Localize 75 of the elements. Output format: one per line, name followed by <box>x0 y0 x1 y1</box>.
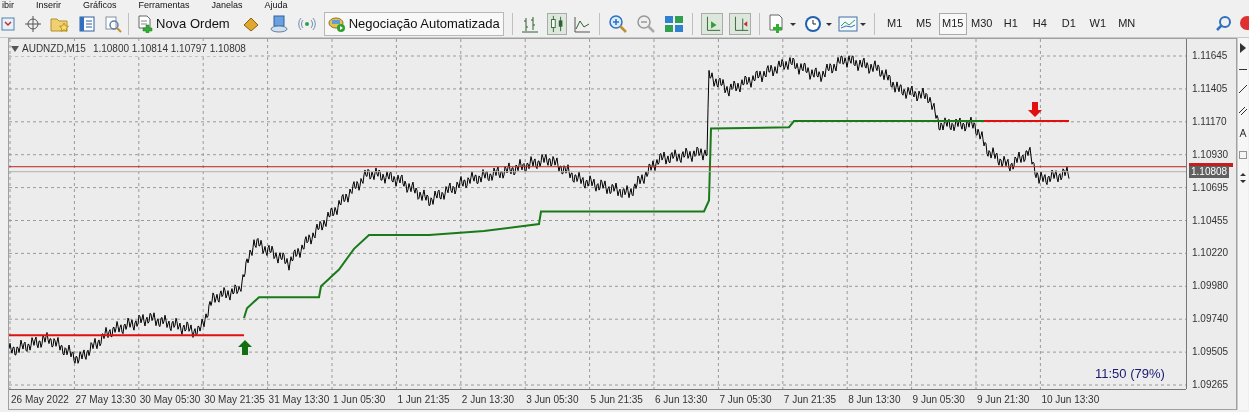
price-label: 1.10695 <box>1192 181 1229 194</box>
cursor-icon[interactable] <box>1239 42 1247 54</box>
zoom-out-icon[interactable] <box>635 13 656 34</box>
menu-item[interactable]: Janelas <box>211 1 243 10</box>
time-label: 6 Jun 13:30 <box>655 394 708 406</box>
time-label: 30 May 21:35 <box>204 394 265 406</box>
sell-arrow-icon <box>1028 101 1042 117</box>
time-label: 27 May 13:30 <box>75 394 136 406</box>
chart-symbol: AUDNZD,M15 <box>22 42 86 56</box>
price-label: 1.11405 <box>1192 82 1228 95</box>
new-document-icon <box>137 14 153 33</box>
menu-item[interactable]: Inserir <box>36 1 62 10</box>
timeframe-tab[interactable]: H4 <box>1025 12 1054 35</box>
candlestick-icon[interactable] <box>546 12 567 35</box>
price-label: 1.09740 <box>1192 313 1229 326</box>
zoom-in-icon[interactable] <box>607 13 628 34</box>
time-label: 30 May 05:30 <box>139 394 201 406</box>
dropdown-icon[interactable] <box>11 45 19 52</box>
time-label: 9 Jun 21:30 <box>977 394 1030 406</box>
price-label: 1.09265 <box>1192 379 1229 391</box>
time-label: 5 Jun 21:35 <box>590 394 643 406</box>
timeframe-tab[interactable]: M1 <box>880 12 909 35</box>
timeframe-tab[interactable]: H1 <box>996 12 1025 35</box>
time-label: 1 Jun 21:35 <box>397 394 450 406</box>
timeframe-tab[interactable]: MN <box>1112 12 1141 35</box>
line-chart-icon[interactable] <box>572 14 591 33</box>
time-label: 2 Jun 13:30 <box>461 394 515 406</box>
price-label: 1.09980 <box>1192 280 1229 293</box>
trend-line-icon[interactable] <box>1239 85 1247 93</box>
horizontal-line-icon[interactable] <box>1239 68 1247 71</box>
crosshair-icon[interactable] <box>24 14 42 33</box>
arrows-icon[interactable] <box>1239 173 1247 183</box>
time-label: 31 May 13:30 <box>268 394 330 406</box>
price-label: 1.10220 <box>1192 247 1229 260</box>
add-indicator-icon[interactable] <box>767 13 798 34</box>
magnifier-chart-icon[interactable] <box>104 14 122 33</box>
price-label: 1.11645 <box>1192 50 1228 62</box>
price-label: 1.09505 <box>1192 346 1229 359</box>
time-label: 9 Jun 05:30 <box>912 394 965 406</box>
channel-icon[interactable] <box>1239 107 1247 115</box>
search-icon[interactable] <box>1215 14 1233 33</box>
auto-scroll-icon[interactable] <box>700 12 723 35</box>
price-label: 1.11170 <box>1192 115 1227 128</box>
time-label: 7 Jun 21:35 <box>783 394 837 406</box>
menu-item[interactable]: Gráficos <box>83 1 117 10</box>
timeframe-tab[interactable]: D1 <box>1054 12 1083 35</box>
label-icon[interactable] <box>1239 151 1247 159</box>
ask-price-marker <box>1189 162 1233 167</box>
template-chart-icon[interactable] <box>837 13 868 34</box>
price-label: 1.10455 <box>1192 214 1229 227</box>
buy-arrow-icon <box>238 339 252 355</box>
chart-shift-icon[interactable] <box>728 12 751 35</box>
new-order-button[interactable]: Nova Ordem <box>135 11 232 36</box>
robot-play-icon <box>327 14 346 33</box>
time-label: 8 Jun 13:30 <box>848 394 901 406</box>
time-label: 3 Jun 05:30 <box>526 394 579 406</box>
time-label: 10 Jun 13:30 <box>1041 394 1100 406</box>
timeframe-tab[interactable]: M5 <box>909 12 938 35</box>
menu-item[interactable]: Ajuda <box>264 1 288 10</box>
timeframe-tab[interactable]: M15 <box>938 12 967 35</box>
timeframe-tab[interactable]: W1 <box>1083 12 1112 35</box>
tile-windows-icon[interactable] <box>663 13 684 34</box>
menu-item[interactable]: Ferramentas <box>138 1 190 10</box>
ohlc-values: 1.10800 1.10814 1.10797 1.10808 <box>92 42 246 56</box>
timeframe-tab[interactable]: M30 <box>967 12 996 35</box>
time-label: 1 Jun 05:30 <box>333 394 386 406</box>
price-label: 1.10930 <box>1192 148 1229 161</box>
clock-icon[interactable] <box>803 13 834 34</box>
bar-chart-icon[interactable] <box>520 14 539 33</box>
window-list-icon[interactable] <box>78 14 96 33</box>
text-icon[interactable] <box>1239 129 1247 137</box>
time-label: 7 Jun 05:30 <box>719 394 772 406</box>
menu-item[interactable]: ibir <box>2 1 14 10</box>
time-label: 26 May 2022 <box>11 394 69 406</box>
auto-trading-button[interactable]: Negociação Automatizada <box>323 11 504 36</box>
